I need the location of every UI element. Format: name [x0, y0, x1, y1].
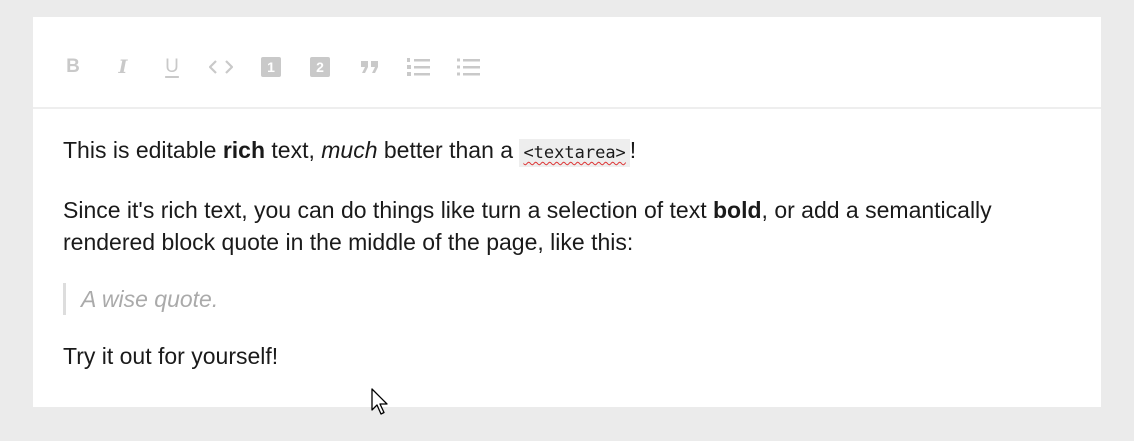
block-quote-button[interactable] [358, 55, 382, 79]
heading-two-button[interactable]: 2 [308, 55, 332, 79]
text: This is editable [63, 137, 223, 163]
underline-button[interactable]: U [160, 55, 184, 79]
heading-two-icon: 2 [310, 57, 330, 77]
text: better than a [377, 137, 520, 163]
italic-icon: I [118, 56, 128, 78]
paragraph-two[interactable]: Since it's rich text, you can do things … [63, 194, 1071, 258]
inline-code: <textarea> [519, 139, 630, 167]
paragraph-three[interactable]: Try it out for yourself! [63, 340, 1071, 372]
paragraph-one[interactable]: This is editable rich text, much better … [63, 134, 1071, 169]
underline-icon: U [165, 56, 179, 77]
text: ! [629, 137, 637, 163]
text: text, [265, 137, 322, 163]
code-icon [209, 60, 233, 74]
block-quote[interactable]: A wise quote. [63, 283, 1071, 315]
italic-button[interactable]: I [111, 55, 135, 79]
bold-icon: B [66, 56, 80, 77]
bold-text: rich [222, 137, 265, 163]
code-button[interactable] [209, 55, 233, 79]
text: Since it's rich text, you can do things … [63, 197, 713, 223]
rich-text-editor: B I U 1 2 This is editable rich text, mu… [33, 17, 1101, 407]
mouse-pointer-icon [371, 388, 388, 415]
heading-one-icon: 1 [261, 57, 281, 77]
italic-text: much [321, 137, 378, 163]
bulleted-list-button[interactable] [457, 55, 481, 79]
quote-icon [361, 61, 378, 73]
formatting-toolbar: B I U 1 2 [33, 17, 1101, 109]
bold-text: bold [713, 197, 762, 223]
heading-one-button[interactable]: 1 [259, 55, 283, 79]
editable-content[interactable]: This is editable rich text, much better … [33, 109, 1101, 372]
numbered-list-icon [407, 58, 430, 76]
bulleted-list-icon [457, 58, 480, 76]
numbered-list-button[interactable] [407, 55, 431, 79]
bold-button[interactable]: B [61, 55, 85, 79]
